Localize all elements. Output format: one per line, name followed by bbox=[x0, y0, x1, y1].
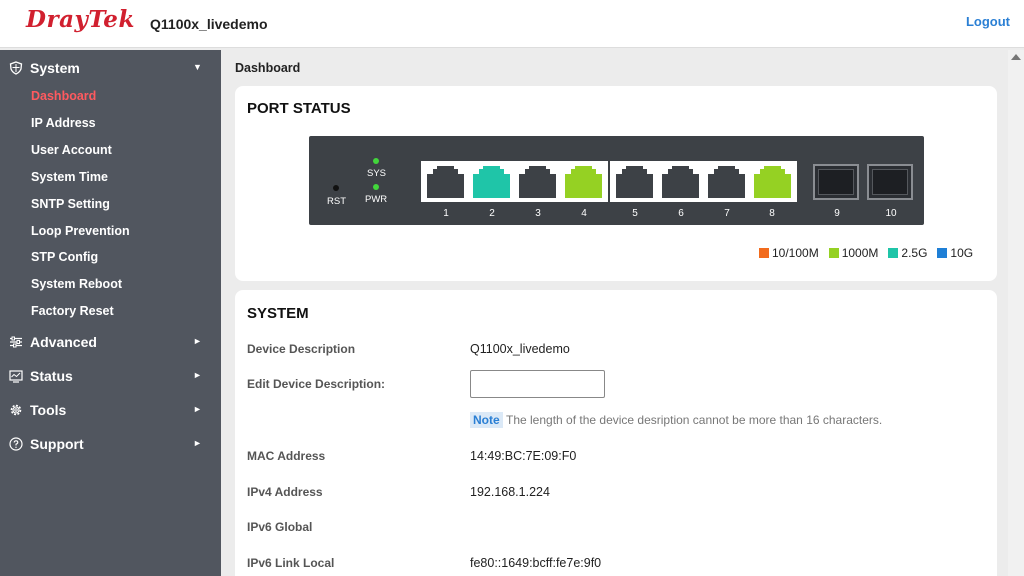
system-card: SYSTEM bbox=[235, 290, 997, 576]
sys-led bbox=[373, 158, 379, 164]
breadcrumb: Dashboard bbox=[235, 61, 301, 75]
port-number: 9 bbox=[834, 208, 840, 219]
port-8[interactable] bbox=[754, 166, 791, 198]
sidebar-group-system[interactable]: System ▼ bbox=[0, 55, 221, 83]
chevron-down-icon: ▼ bbox=[193, 62, 202, 72]
device-description-value: Q1100x_livedemo bbox=[470, 342, 570, 356]
pwr-label: PWR bbox=[365, 194, 388, 205]
sidebar-item-sntp-setting[interactable]: SNTP Setting bbox=[31, 197, 110, 211]
rst-button[interactable] bbox=[333, 185, 339, 191]
port-number: 2 bbox=[489, 208, 495, 219]
port-number: 8 bbox=[769, 208, 775, 219]
legend-label: 2.5G bbox=[901, 246, 928, 260]
page-scrollbar[interactable] bbox=[1008, 50, 1024, 576]
ipv4-address-label: IPv4 Address bbox=[247, 485, 323, 499]
chevron-right-icon: ► bbox=[193, 438, 202, 448]
port-4[interactable] bbox=[565, 166, 602, 198]
legend-item: 10G bbox=[937, 246, 973, 260]
mac-address-value: 14:49:BC:7E:09:F0 bbox=[470, 449, 577, 463]
port-number: 1 bbox=[443, 208, 449, 219]
help-icon bbox=[9, 437, 23, 451]
port-2[interactable] bbox=[473, 166, 510, 198]
port-6[interactable] bbox=[662, 166, 699, 198]
sidebar-group-label: Status bbox=[30, 368, 73, 384]
note-text: The length of the device desription cann… bbox=[506, 413, 883, 427]
ipv4-address-value: 192.168.1.224 bbox=[470, 485, 550, 499]
port-1[interactable] bbox=[427, 166, 464, 198]
edit-device-description-label: Edit Device Description: bbox=[247, 377, 386, 391]
edit-device-description-input[interactable] bbox=[470, 370, 605, 398]
sidebar-item-factory-reset[interactable]: Factory Reset bbox=[31, 304, 114, 318]
sliders-icon bbox=[10, 336, 22, 348]
port-5[interactable] bbox=[616, 166, 653, 198]
sys-label: SYS bbox=[367, 168, 387, 179]
sidebar-item-system-reboot[interactable]: System Reboot bbox=[31, 277, 122, 291]
logout-link[interactable]: Logout bbox=[966, 14, 1010, 29]
port-10-sfp[interactable] bbox=[867, 164, 913, 200]
sidebar-group-label: Advanced bbox=[30, 334, 97, 350]
chevron-right-icon: ► bbox=[193, 370, 202, 380]
switch-front-panel: RST SYS PWR 1 2 3 4 5 6 7 8 9 10 bbox=[309, 136, 924, 225]
system-title: SYSTEM bbox=[247, 305, 309, 322]
shield-icon bbox=[9, 61, 23, 75]
rst-label: RST bbox=[327, 196, 346, 207]
legend-label: 10/100M bbox=[772, 246, 819, 260]
sidebar-item-user-account[interactable]: User Account bbox=[31, 143, 112, 157]
port-group-1-4 bbox=[421, 161, 608, 202]
port-number: 7 bbox=[724, 208, 730, 219]
ipv6-link-local-label: IPv6 Link Local bbox=[247, 556, 335, 570]
sidebar-group-tools[interactable]: Tools ► bbox=[0, 397, 221, 425]
legend-item: 1000M bbox=[828, 246, 879, 260]
scroll-up-arrow-icon[interactable] bbox=[1011, 54, 1021, 60]
device-description-label: Device Description bbox=[247, 342, 356, 356]
top-header: DrayTek Q1100x_livedemo Logout bbox=[0, 0, 1024, 48]
legend-swatch bbox=[828, 248, 839, 258]
note-badge: Note bbox=[470, 412, 503, 428]
ipv6-global-label: IPv6 Global bbox=[247, 520, 313, 534]
sidebar-item-ip-address[interactable]: IP Address bbox=[31, 116, 96, 130]
monitor-icon bbox=[9, 370, 23, 383]
sidebar-group-label: Support bbox=[30, 436, 84, 452]
sidebar-group-label: System bbox=[30, 60, 80, 76]
sidebar-item-stp-config[interactable]: STP Config bbox=[31, 250, 98, 264]
port-number: 3 bbox=[535, 208, 541, 219]
legend-swatch bbox=[759, 248, 769, 258]
sidebar-item-loop-prevention[interactable]: Loop Prevention bbox=[31, 224, 130, 238]
port-number: 4 bbox=[581, 208, 587, 219]
legend-label: 10G bbox=[950, 246, 974, 260]
port-number: 10 bbox=[885, 208, 897, 219]
draytek-logo[interactable]: DrayTek bbox=[26, 6, 135, 33]
legend-label: 1000M bbox=[841, 246, 879, 260]
mac-address-label: MAC Address bbox=[247, 449, 326, 463]
sidebar-group-advanced[interactable]: Advanced ► bbox=[0, 329, 221, 357]
port-group-5-8 bbox=[610, 161, 797, 202]
pwr-led bbox=[373, 184, 379, 190]
port-7[interactable] bbox=[708, 166, 745, 198]
legend-item: 2.5G bbox=[888, 246, 927, 260]
port-number: 6 bbox=[678, 208, 684, 219]
device-name: Q1100x_livedemo bbox=[150, 16, 268, 32]
port-speed-legend: 10/100M 1000M 2.5G 10G bbox=[759, 246, 973, 260]
port-status-title: PORT STATUS bbox=[247, 100, 351, 117]
sidebar-group-label: Tools bbox=[30, 402, 67, 418]
legend-item: 10/100M bbox=[759, 246, 819, 260]
port-3[interactable] bbox=[519, 166, 556, 198]
sidebar: System ▼ Dashboard IP Address User Accou… bbox=[0, 50, 221, 576]
legend-swatch bbox=[888, 248, 899, 258]
chevron-right-icon: ► bbox=[193, 404, 202, 414]
port-9-sfp[interactable] bbox=[813, 164, 859, 200]
sidebar-group-status[interactable]: Status ► bbox=[0, 363, 221, 391]
sidebar-group-support[interactable]: Support ► bbox=[0, 431, 221, 459]
gear-icon bbox=[10, 404, 22, 416]
legend-swatch bbox=[937, 248, 948, 258]
sidebar-item-system-time[interactable]: System Time bbox=[31, 170, 108, 184]
chevron-right-icon: ► bbox=[193, 336, 202, 346]
port-number: 5 bbox=[632, 208, 638, 219]
sidebar-item-dashboard[interactable]: Dashboard bbox=[31, 89, 96, 103]
ipv6-link-local-value: fe80::1649:bcff:fe7e:9f0 bbox=[470, 556, 602, 570]
